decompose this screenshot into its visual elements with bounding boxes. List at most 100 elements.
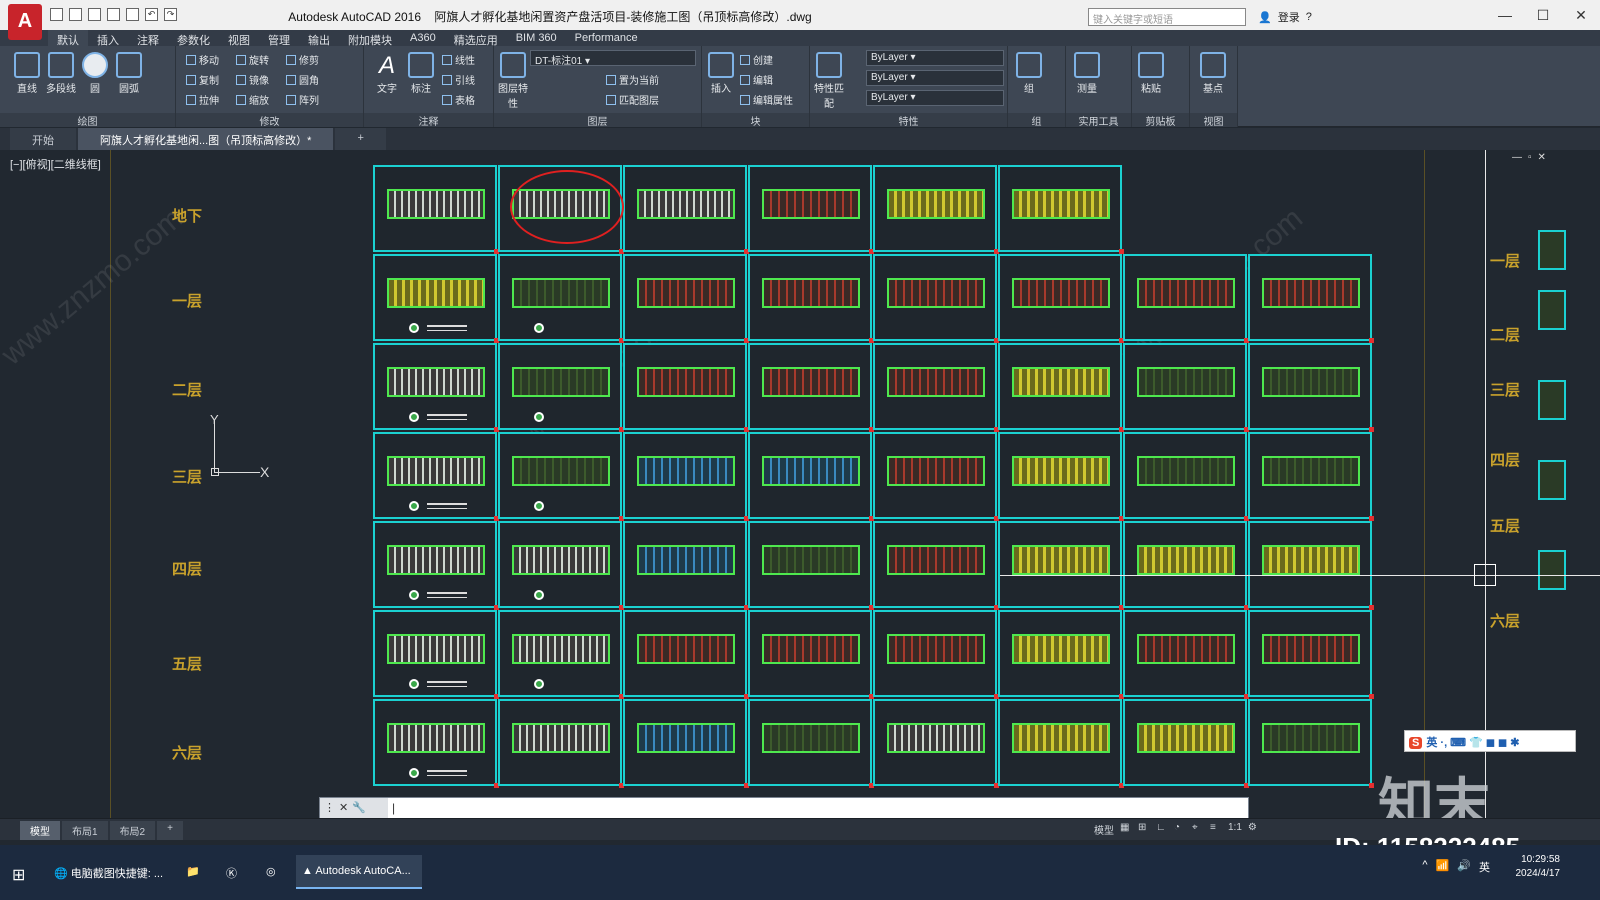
drawing-sheet[interactable] xyxy=(1248,521,1374,610)
modify-group-title[interactable]: 修改 xyxy=(176,113,363,128)
help-search-input[interactable]: 键入关键字或短语 xyxy=(1088,8,1246,26)
drawing-sheet[interactable] xyxy=(873,521,999,610)
windows-start-icon[interactable]: ⊞ xyxy=(12,865,25,885)
tab-active-drawing[interactable]: 阿旗人才孵化基地闲...图（吊顶标高修改）* xyxy=(78,128,334,150)
ime-toolbar[interactable]: S英 ·, ⌨ 👕 ◼ ◼ ✱ xyxy=(1404,730,1576,752)
drawing-sheet[interactable] xyxy=(748,521,874,610)
measure-button[interactable]: 测量 xyxy=(1070,52,1104,95)
drawing-sheet[interactable] xyxy=(373,699,499,788)
scale-button[interactable]: 缩放 xyxy=(236,92,269,107)
preview-thumb[interactable] xyxy=(1538,460,1566,500)
new-tab-button[interactable]: + xyxy=(335,128,386,150)
layer-dropdown[interactable]: DT-标注01 ▾ xyxy=(530,50,696,67)
grid-icon[interactable]: ▦ xyxy=(1120,822,1132,837)
lineweight-icon[interactable]: ≡ xyxy=(1210,822,1222,837)
drawing-sheet[interactable] xyxy=(373,343,499,432)
drawing-sheet[interactable] xyxy=(623,254,749,343)
tab-output[interactable]: 输出 xyxy=(299,30,339,47)
stretch-button[interactable]: 拉伸 xyxy=(186,92,219,107)
drawing-sheet[interactable] xyxy=(623,610,749,699)
minimize-button[interactable]: — xyxy=(1486,0,1524,30)
app-circle-icon[interactable]: ◎ xyxy=(260,855,282,889)
utilities-group-title[interactable]: 实用工具 xyxy=(1066,113,1131,128)
view-group-title[interactable]: 视图 xyxy=(1190,113,1237,128)
tab-annotate[interactable]: 注释 xyxy=(128,30,168,47)
properties-group-title[interactable]: 特性 xyxy=(810,113,1007,128)
paste-button[interactable]: 粘贴 xyxy=(1134,52,1168,95)
viewport-panel-controls[interactable]: —▫✕ xyxy=(1512,152,1552,163)
tab-layout1[interactable]: 布局1 xyxy=(62,821,108,840)
make-current-button[interactable]: 置为当前 xyxy=(606,72,659,87)
edit-attributes-button[interactable]: 编辑属性 xyxy=(740,92,793,107)
polyline-button[interactable]: 多段线 xyxy=(44,52,78,95)
close-button[interactable]: ✕ xyxy=(1562,0,1600,30)
lineweight-dropdown[interactable]: ByLayer ▾ xyxy=(866,90,1004,106)
drawing-sheet[interactable] xyxy=(373,165,499,254)
copy-button[interactable]: 复制 xyxy=(186,72,219,87)
insert-block-button[interactable]: 插入 xyxy=(704,52,738,95)
trim-button[interactable]: 修剪 xyxy=(286,52,319,67)
app-k-icon[interactable]: Ⓚ xyxy=(220,855,243,889)
preview-thumb[interactable] xyxy=(1538,380,1566,420)
linear-button[interactable]: 线性 xyxy=(442,52,475,67)
drawing-sheet[interactable] xyxy=(748,699,874,788)
tab-performance[interactable]: Performance xyxy=(566,30,647,46)
help-icon[interactable]: ? xyxy=(1306,11,1312,23)
drawing-sheet[interactable] xyxy=(873,699,999,788)
base-point-button[interactable]: 基点 xyxy=(1196,52,1230,95)
drawing-sheet[interactable] xyxy=(748,432,874,521)
drawing-sheet[interactable] xyxy=(373,521,499,610)
drawing-sheet[interactable] xyxy=(373,610,499,699)
drawing-sheet[interactable] xyxy=(998,699,1124,788)
draw-group-title[interactable]: 绘图 xyxy=(0,113,175,128)
clipboard-group-title[interactable]: 剪贴板 xyxy=(1132,113,1189,128)
taskbar-edge[interactable]: 🌐 电脑截图快捷键: ... xyxy=(48,855,169,889)
add-layout-button[interactable]: + xyxy=(157,821,183,840)
preview-thumb[interactable] xyxy=(1538,290,1566,330)
drawing-sheet[interactable] xyxy=(1248,254,1374,343)
tab-a360[interactable]: A360 xyxy=(401,30,445,46)
file-explorer-icon[interactable]: 📁 xyxy=(180,855,206,889)
drawing-sheet[interactable] xyxy=(748,165,874,254)
drawing-sheet[interactable] xyxy=(748,343,874,432)
maximize-button[interactable]: ☐ xyxy=(1524,0,1562,30)
command-line-buttons[interactable]: ⋮✕🔧 xyxy=(320,798,388,818)
drawing-sheet[interactable] xyxy=(1123,432,1249,521)
dimension-button[interactable]: 标注 xyxy=(404,52,438,95)
drawing-sheet[interactable] xyxy=(1248,610,1374,699)
preview-thumb[interactable] xyxy=(1538,550,1566,590)
color-dropdown[interactable]: ByLayer ▾ xyxy=(866,50,1004,66)
preview-thumb[interactable] xyxy=(1538,230,1566,270)
text-button[interactable]: A 文字 xyxy=(370,52,404,95)
ime-lang[interactable]: 英 xyxy=(1479,859,1490,875)
login-link[interactable]: 登录 xyxy=(1278,9,1300,25)
layer-properties-button[interactable]: 图层特性 xyxy=(496,52,530,110)
viewport-controls-label[interactable]: [−][俯视][二维线框] xyxy=(10,156,101,172)
drawing-sheet[interactable] xyxy=(1123,610,1249,699)
tab-manage[interactable]: 管理 xyxy=(259,30,299,47)
volume-icon[interactable]: 🔊 xyxy=(1457,859,1471,875)
match-layer-button[interactable]: 匹配图层 xyxy=(606,92,659,107)
workspace-gear-icon[interactable]: ⚙ xyxy=(1248,822,1260,837)
tab-start[interactable]: 开始 xyxy=(10,128,76,150)
arc-button[interactable]: 圆弧 xyxy=(112,52,146,95)
line-button[interactable]: 直线 xyxy=(10,52,44,95)
command-input[interactable]: | xyxy=(392,801,395,815)
drawing-sheet[interactable] xyxy=(873,432,999,521)
drawing-sheet[interactable] xyxy=(998,165,1124,254)
table-button[interactable]: 表格 xyxy=(442,92,475,107)
drawing-sheet[interactable] xyxy=(748,254,874,343)
rotate-button[interactable]: 旋转 xyxy=(236,52,269,67)
drawing-canvas[interactable]: [−][俯视][二维线框] www.znzmo.com www.znzmo.co… xyxy=(0,150,1600,831)
drawing-sheet[interactable] xyxy=(623,165,749,254)
drawing-sheet[interactable] xyxy=(498,521,624,610)
block-group-title[interactable]: 块 xyxy=(702,113,809,128)
tab-layout2[interactable]: 布局2 xyxy=(109,821,156,840)
move-button[interactable]: 移动 xyxy=(186,52,219,67)
drawing-sheet[interactable] xyxy=(1123,254,1249,343)
tab-default[interactable]: 默认 xyxy=(48,30,88,47)
tab-bim360[interactable]: BIM 360 xyxy=(507,30,566,46)
snap-icon[interactable]: ⊞ xyxy=(1138,822,1150,837)
leader-button[interactable]: 引线 xyxy=(442,72,475,87)
tab-view[interactable]: 视图 xyxy=(219,30,259,47)
